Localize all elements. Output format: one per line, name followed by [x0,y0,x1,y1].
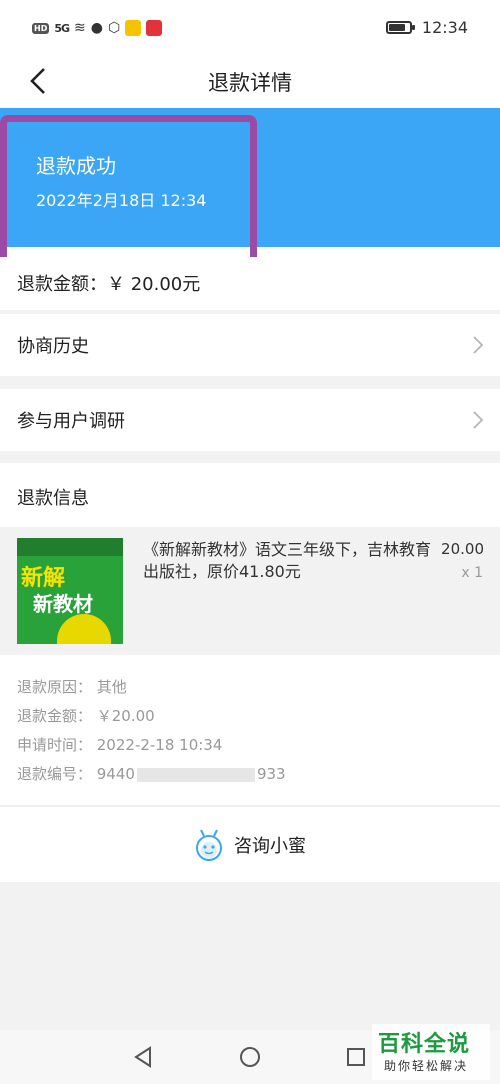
watermark-logo: 百科全说 助你轻松解决 [372,1024,490,1080]
clock: 12:34 [421,18,468,37]
refund-amount: 退款金额：￥ 20.00元 [17,274,201,295]
product-title: 《新解新教材》语文三年级下，吉林教育出版社，原价41.80元 [143,540,432,581]
product-item[interactable]: 新解 新教材 《新解新教材》语文三年级下，吉林教育出版社，原价41.80元 20… [0,527,500,655]
hd-icon: HD [32,22,50,34]
highlight-box [0,115,257,265]
wifi-icon: ≋ [74,20,86,36]
refund-number: 退款编号： 9440 933 [17,763,286,784]
chat-icon: ● [90,20,103,36]
consult-label: 咨询小蜜 [234,835,306,857]
home-circle-icon[interactable] [239,1046,261,1068]
product-price: 20.00 [441,540,484,558]
negotiation-history-label: 协商历史 [17,336,89,357]
refund-amount-detail: 退款金额： ￥20.00 [17,707,155,725]
recents-square-icon[interactable] [345,1046,367,1068]
negotiation-history-row[interactable]: 协商历史 [0,314,500,376]
consult-assistant-button[interactable]: 咨询小蜜 [0,807,500,882]
cover-text-2: 新教材 [33,592,93,616]
watermark-subtitle: 助你轻松解决 [384,1059,469,1073]
app-notification-icon-2 [146,20,163,36]
refund-reason: 退款原因： 其他 [17,678,127,696]
back-triangle-icon[interactable] [132,1046,154,1068]
apply-time: 申请时间： 2022-2-18 10:34 [17,736,223,754]
refund-info-header: 退款信息 [0,463,500,527]
app-notification-icon [125,20,142,36]
product-quantity: x 1 [461,565,483,581]
chevron-right-icon [473,411,484,429]
status-icons-right: 12:34 [385,18,468,37]
signal-icon: 5G [54,21,70,35]
chevron-right-icon [473,336,484,354]
watermark-title: 百科全说 [378,1032,471,1057]
user-survey-label: 参与用户调研 [17,411,125,432]
redacted-block [136,767,255,782]
status-icons-left: HD 5G ≋ ● ⬡ [32,20,163,36]
refund-details: 退款原因： 其他 退款金额： ￥20.00 申请时间： 2022-2-18 10… [0,655,500,805]
shield-icon: ⬡ [107,20,121,36]
battery-level [388,24,406,31]
refund-amount-row: 退款金额：￥ 20.00元 [0,257,500,310]
cover-face-graphic [57,614,111,644]
nav-bar: 退款详情 [0,58,500,108]
status-bar: HD 5G ≋ ● ⬡ 12:34 [0,0,500,58]
page-title: 退款详情 [208,71,292,95]
assistant-bee-icon [196,829,222,861]
refund-number-prefix: 退款编号： 9440 [17,765,135,783]
refund-number-suffix: 933 [256,765,286,783]
product-thumbnail: 新解 新教材 [17,538,123,644]
battery-icon [385,21,415,34]
user-survey-row[interactable]: 参与用户调研 [0,389,500,451]
refund-info-title: 退款信息 [17,488,89,509]
